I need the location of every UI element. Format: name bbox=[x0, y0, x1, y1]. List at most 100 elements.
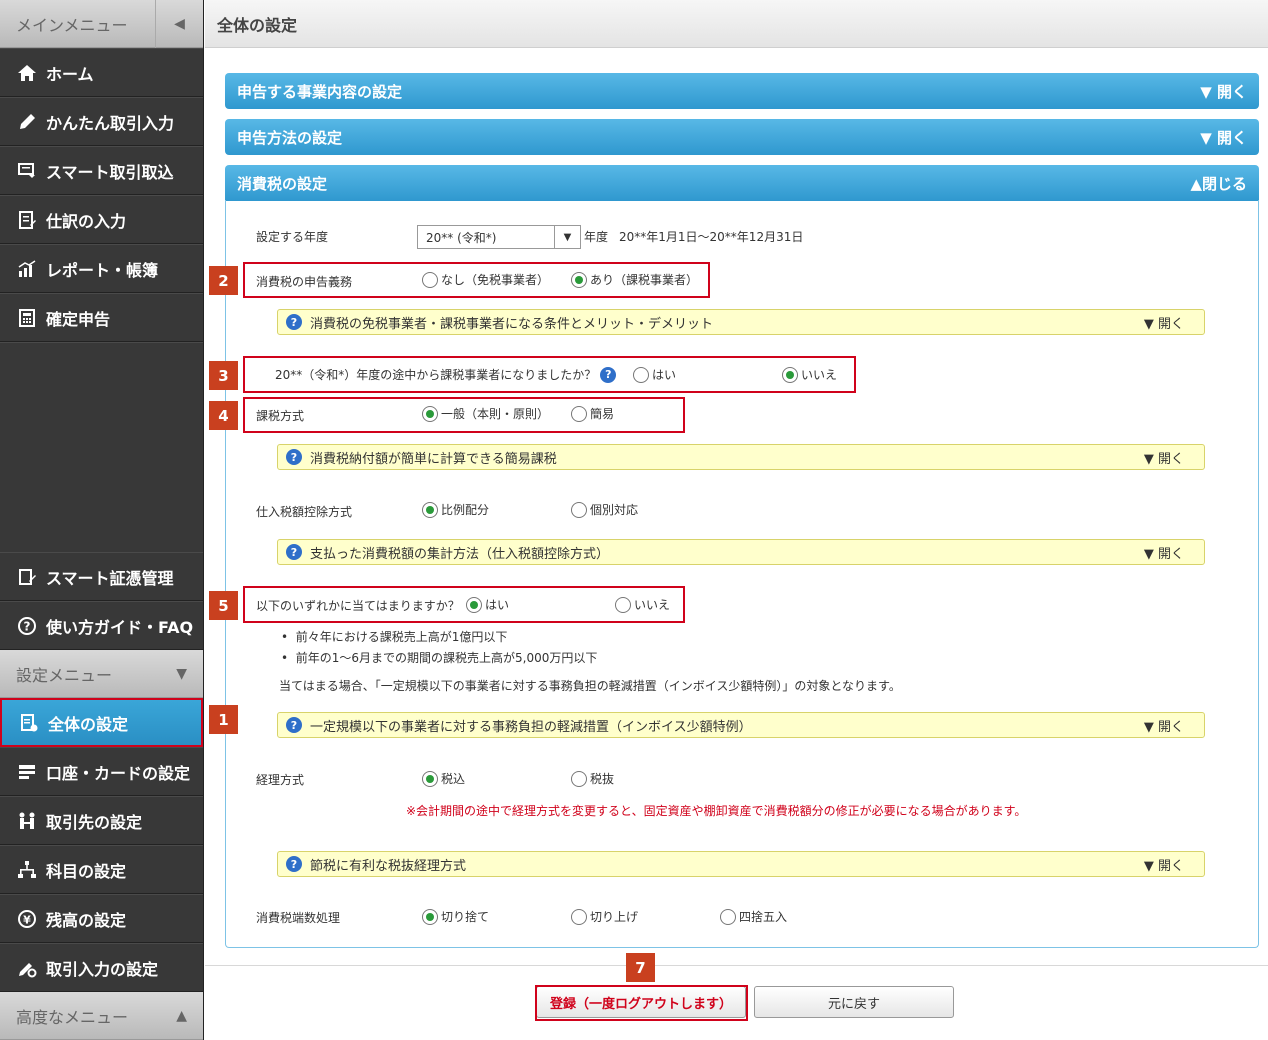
sidebar-item-general-settings[interactable]: 全体の設定 bbox=[0, 698, 203, 747]
info-open-toggle[interactable]: ▼ 開く bbox=[1144, 716, 1184, 735]
accounting-radio-inclusive[interactable]: 税込 bbox=[422, 770, 465, 787]
duty-radio-none[interactable]: なし（免税事業者） bbox=[422, 271, 549, 288]
info-open-toggle[interactable]: ▼ 開く bbox=[1144, 448, 1184, 467]
radio-circle[interactable] bbox=[422, 271, 438, 288]
collapse-sidebar-icon[interactable]: ◀ bbox=[155, 0, 203, 48]
radio-label: はい bbox=[652, 368, 677, 382]
info-text: 支払った消費税額の集計方法（仕入税額控除方式） bbox=[310, 546, 610, 562]
info-text: 消費税の免税事業者・課税事業者になる条件とメリット・デメリット bbox=[310, 316, 714, 332]
info-invoice-exception[interactable]: ? 一定規模以下の事業者に対する事務負担の軽減措置（インボイス少額特例） ▼ 開… bbox=[277, 712, 1205, 738]
gear-pencil-icon bbox=[16, 957, 38, 979]
svg-text:?: ? bbox=[24, 619, 31, 633]
rounding-radio-down[interactable]: 切り捨て bbox=[422, 908, 489, 925]
sidebar-spacer bbox=[0, 342, 203, 552]
sidebar: メインメニュー ◀ ホーム かんたん取引入力 スマート取引取込 仕訳の入力 レポ… bbox=[0, 0, 204, 1040]
accordion-toggle[interactable]: ▼ 開く bbox=[1200, 81, 1247, 102]
radio-circle[interactable] bbox=[571, 271, 587, 288]
applies-radio-no[interactable]: いいえ bbox=[615, 596, 670, 613]
radio-circle[interactable] bbox=[422, 908, 438, 925]
radio-label: 個別対応 bbox=[590, 503, 639, 517]
sidebar-item-home[interactable]: ホーム bbox=[0, 48, 203, 97]
sidebar-item-guide-faq[interactable]: ? 使い方ガイド・FAQ bbox=[0, 601, 203, 650]
accounting-radio-exclusive[interactable]: 税抜 bbox=[571, 770, 614, 787]
radio-label: なし（免税事業者） bbox=[441, 273, 550, 287]
info-simple-taxation[interactable]: ? 消費税納付額が簡単に計算できる簡易課税 ▼ 開く bbox=[277, 444, 1205, 470]
sidebar-item-journal[interactable]: 仕訳の入力 bbox=[0, 195, 203, 244]
rounding-label: 消費税端数処理 bbox=[256, 911, 341, 925]
sidebar-item-account-card[interactable]: 口座・カードの設定 bbox=[0, 747, 203, 796]
year-select[interactable]: 20** (令和*) ▼ bbox=[417, 225, 581, 249]
import-icon bbox=[16, 160, 38, 182]
info-open-toggle[interactable]: ▼ 開く bbox=[1144, 543, 1184, 562]
radio-circle[interactable] bbox=[571, 501, 587, 518]
radio-label: あり（課税事業者） bbox=[590, 273, 699, 287]
step-badge-5: 5 bbox=[209, 591, 238, 620]
sidebar-item-reports[interactable]: レポート・帳簿 bbox=[0, 244, 203, 293]
radio-circle[interactable] bbox=[782, 366, 798, 383]
radio-circle[interactable] bbox=[422, 405, 438, 422]
settings-menu-header[interactable]: 設定メニュー ▼ bbox=[0, 650, 203, 698]
radio-circle[interactable] bbox=[615, 596, 631, 613]
sidebar-item-label: 科目の設定 bbox=[46, 861, 127, 881]
radio-circle[interactable] bbox=[720, 908, 736, 925]
accordion-business-content[interactable]: 申告する事業内容の設定 ▼ 開く bbox=[225, 73, 1259, 109]
pencil-icon bbox=[16, 111, 38, 133]
radio-label: いいえ bbox=[634, 598, 671, 612]
rounding-radio-up[interactable]: 切り上げ bbox=[571, 908, 638, 925]
sidebar-item-partners[interactable]: 取引先の設定 bbox=[0, 796, 203, 845]
question-icon: ? bbox=[286, 449, 302, 465]
sidebar-item-label: 全体の設定 bbox=[48, 714, 129, 734]
method-radio-simple[interactable]: 簡易 bbox=[571, 405, 614, 422]
radio-circle[interactable] bbox=[422, 501, 438, 518]
radio-label: いいえ bbox=[801, 368, 838, 382]
sidebar-item-tax-return[interactable]: 確定申告 bbox=[0, 293, 203, 342]
radio-circle[interactable] bbox=[571, 770, 587, 787]
step-badge-3: 3 bbox=[209, 361, 238, 390]
deduction-radio-proportional[interactable]: 比例配分 bbox=[422, 501, 489, 518]
midyear-radio-no[interactable]: いいえ bbox=[782, 366, 837, 383]
reset-button[interactable]: 元に戻す bbox=[754, 986, 954, 1018]
sidebar-item-smart-import[interactable]: スマート取引取込 bbox=[0, 146, 203, 195]
help-icon: ? bbox=[16, 615, 38, 637]
deduction-radio-individual[interactable]: 個別対応 bbox=[571, 501, 638, 518]
radio-circle[interactable] bbox=[571, 908, 587, 925]
question-icon[interactable]: ? bbox=[600, 366, 617, 383]
main-menu-header[interactable]: メインメニュー ◀ bbox=[0, 0, 203, 48]
sidebar-item-easy-entry[interactable]: かんたん取引入力 bbox=[0, 97, 203, 146]
accordion-consumption-tax[interactable]: 消費税の設定 ▲閉じる bbox=[225, 165, 1259, 201]
chevron-down-icon: ▼ bbox=[554, 226, 580, 248]
rounding-radio-half[interactable]: 四捨五入 bbox=[720, 908, 787, 925]
info-open-toggle[interactable]: ▼ 開く bbox=[1144, 313, 1184, 332]
list-item-text: 前々年における課税売上高が1億円以下 bbox=[295, 630, 508, 644]
method-radio-general[interactable]: 一般（本則・原則） bbox=[422, 405, 549, 422]
sidebar-item-label: 取引入力の設定 bbox=[46, 959, 159, 979]
sidebar-item-accounts[interactable]: 科目の設定 bbox=[0, 845, 203, 894]
sidebar-item-entry-settings[interactable]: 取引入力の設定 bbox=[0, 943, 203, 992]
sidebar-item-balances[interactable]: ¥ 残高の設定 bbox=[0, 894, 203, 943]
year-suffix: 年度 bbox=[584, 230, 609, 244]
radio-circle[interactable] bbox=[422, 770, 438, 787]
radio-circle[interactable] bbox=[633, 366, 649, 383]
advanced-menu-header[interactable]: 高度なメニュー ▲ bbox=[0, 992, 203, 1040]
sidebar-item-label: 使い方ガイド・FAQ bbox=[46, 617, 194, 637]
info-open-toggle[interactable]: ▼ 開く bbox=[1144, 855, 1184, 874]
accordion-filing-method[interactable]: 申告方法の設定 ▼ 開く bbox=[225, 119, 1259, 155]
radio-circle[interactable] bbox=[571, 405, 587, 422]
radio-label: 簡易 bbox=[590, 407, 615, 421]
accounting-warning: ※会計期間の途中で経理方式を変更すると、固定資産や棚卸資産で消費税額分の修正が必… bbox=[406, 804, 1027, 818]
radio-circle[interactable] bbox=[466, 596, 482, 613]
accordion-toggle[interactable]: ▼ 開く bbox=[1200, 127, 1247, 148]
duty-radio-taxable[interactable]: あり（課税事業者） bbox=[571, 271, 698, 288]
step-badge-1: 1 bbox=[209, 705, 238, 734]
applies-radio-yes[interactable]: はい bbox=[466, 596, 509, 613]
sidebar-item-smart-receipts[interactable]: スマート証憑管理 bbox=[0, 552, 203, 601]
info-tax-exclusive[interactable]: ? 節税に有利な税抜経理方式 ▼ 開く bbox=[277, 851, 1205, 877]
info-exemption-conditions[interactable]: ? 消費税の免税事業者・課税事業者になる条件とメリット・デメリット ▼ 開く bbox=[277, 309, 1205, 335]
info-deduction-method[interactable]: ? 支払った消費税額の集計方法（仕入税額控除方式） ▼ 開く bbox=[277, 539, 1205, 565]
midyear-radio-yes[interactable]: はい bbox=[633, 366, 676, 383]
accordion-toggle[interactable]: ▲閉じる bbox=[1190, 173, 1247, 194]
chevron-down-icon: ▼ bbox=[176, 665, 187, 682]
step-badge-2: 2 bbox=[209, 266, 238, 295]
question-icon: ? bbox=[286, 856, 302, 872]
info-text: 消費税納付額が簡単に計算できる簡易課税 bbox=[310, 451, 557, 467]
